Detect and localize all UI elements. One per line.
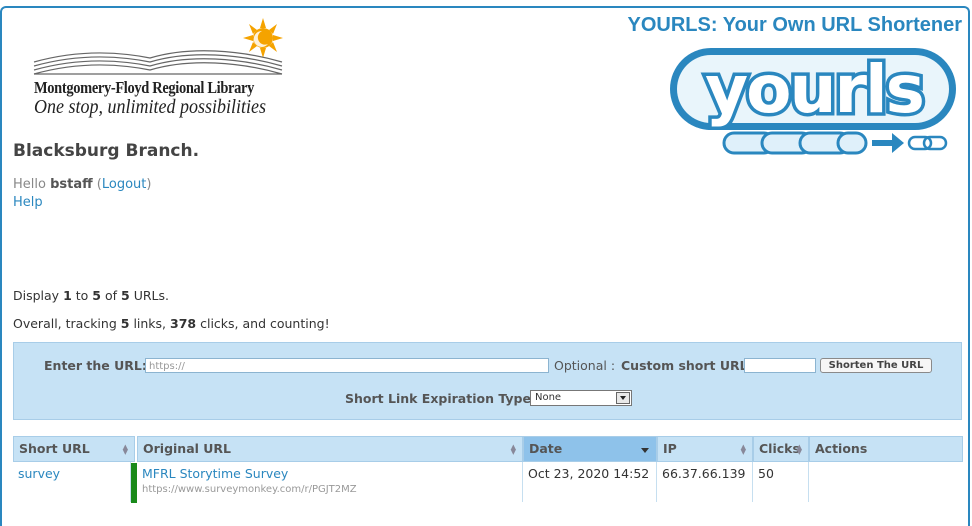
yourls-logo-text: yourls bbox=[705, 51, 923, 128]
column-header-actions: Actions bbox=[809, 436, 963, 462]
original-url-text: https://www.surveymonkey.com/r/PGJT2MZ bbox=[142, 484, 357, 495]
display-to-word: to bbox=[75, 288, 89, 303]
app-title: YOURLS: Your Own URL Shortener bbox=[627, 14, 962, 36]
logout-close-paren: ) bbox=[146, 177, 152, 192]
display-from: 1 bbox=[63, 288, 72, 303]
display-suffix: URLs. bbox=[133, 288, 170, 303]
url-label: Enter the URL: bbox=[44, 358, 147, 373]
expiration-label: Short Link Expiration Type: bbox=[345, 391, 536, 406]
keyword-label: Custom short URL: bbox=[621, 358, 752, 373]
actions-cell bbox=[809, 462, 963, 502]
table-row: survey bbox=[13, 462, 131, 502]
sort-descending-icon bbox=[641, 448, 649, 453]
user-greeting: Hello bstaff (Logout) bbox=[13, 177, 151, 192]
original-url-cell: MFRL Storytime Survey https://www.survey… bbox=[137, 462, 523, 502]
tracking-prefix: Overall, tracking bbox=[13, 316, 117, 331]
column-header-label: Original URL bbox=[143, 441, 232, 456]
column-header-label: IP bbox=[663, 441, 677, 456]
hello-text: Hello bbox=[13, 177, 46, 192]
display-prefix: Display bbox=[13, 288, 60, 303]
tracking-clicks-suffix: clicks, and counting! bbox=[200, 316, 330, 331]
shorten-button[interactable]: Shorten The URL bbox=[820, 358, 932, 373]
column-header-short-url[interactable]: Short URL ▲ ▼ bbox=[13, 436, 135, 462]
display-to: 5 bbox=[92, 288, 101, 303]
yourls-logo[interactable]: yourls bbox=[664, 40, 964, 162]
sort-icon: ▲ ▼ bbox=[122, 443, 128, 456]
url-input[interactable]: https:// bbox=[145, 358, 549, 373]
date-cell: Oct 23, 2020 14:52 bbox=[523, 462, 657, 502]
yourls-logo-image: yourls bbox=[670, 48, 956, 155]
logout-link[interactable]: Logout bbox=[102, 177, 147, 192]
clicks-cell: 50 bbox=[753, 462, 809, 502]
optional-label: Optional : bbox=[554, 358, 616, 373]
sort-icon: ▲ ▼ bbox=[740, 443, 746, 456]
short-url-link[interactable]: survey bbox=[18, 466, 60, 481]
ip-cell: 66.37.66.139 bbox=[657, 462, 753, 502]
display-total: 5 bbox=[121, 288, 130, 303]
library-name: Montgomery-Floyd Regional Library bbox=[34, 78, 254, 97]
expiration-selected: None bbox=[535, 392, 562, 403]
chevron-down-icon[interactable] bbox=[616, 392, 630, 404]
column-header-date[interactable]: Date bbox=[523, 436, 657, 462]
username: bstaff bbox=[50, 177, 93, 192]
column-header-label: Date bbox=[529, 441, 563, 456]
add-url-form: Enter the URL: https:// Optional : Custo… bbox=[13, 342, 962, 420]
display-of-word: of bbox=[104, 288, 118, 303]
tracking-links: 5 bbox=[120, 316, 130, 331]
display-summary: Display 1 to 5 of 5 URLs. bbox=[13, 288, 169, 303]
column-header-label: Clicks bbox=[759, 441, 800, 456]
sort-icon: ▲ ▼ bbox=[510, 443, 516, 456]
sort-icon: ▲ ▼ bbox=[796, 443, 802, 456]
tracking-summary: Overall, tracking 5 links, 378 clicks, a… bbox=[13, 316, 330, 331]
branch-title: Blacksburg Branch. bbox=[13, 141, 200, 161]
original-url-title-link[interactable]: MFRL Storytime Survey bbox=[142, 466, 288, 481]
keyword-label-text: Custom short URL bbox=[621, 358, 748, 373]
column-header-ip[interactable]: IP ▲ ▼ bbox=[657, 436, 753, 462]
tracking-clicks: 378 bbox=[170, 316, 197, 331]
column-header-clicks[interactable]: Clicks ▲ ▼ bbox=[753, 436, 809, 462]
expiration-select[interactable]: None bbox=[530, 390, 632, 406]
tracking-links-word: links, bbox=[133, 316, 167, 331]
library-tagline: One stop, unlimited possibilities bbox=[34, 96, 267, 118]
keyword-input[interactable] bbox=[744, 358, 816, 373]
column-header-label: Short URL bbox=[19, 441, 90, 456]
column-header-original-url[interactable]: Original URL ▲ ▼ bbox=[137, 436, 523, 462]
help-link[interactable]: Help bbox=[13, 195, 43, 210]
column-header-label: Actions bbox=[815, 441, 868, 456]
